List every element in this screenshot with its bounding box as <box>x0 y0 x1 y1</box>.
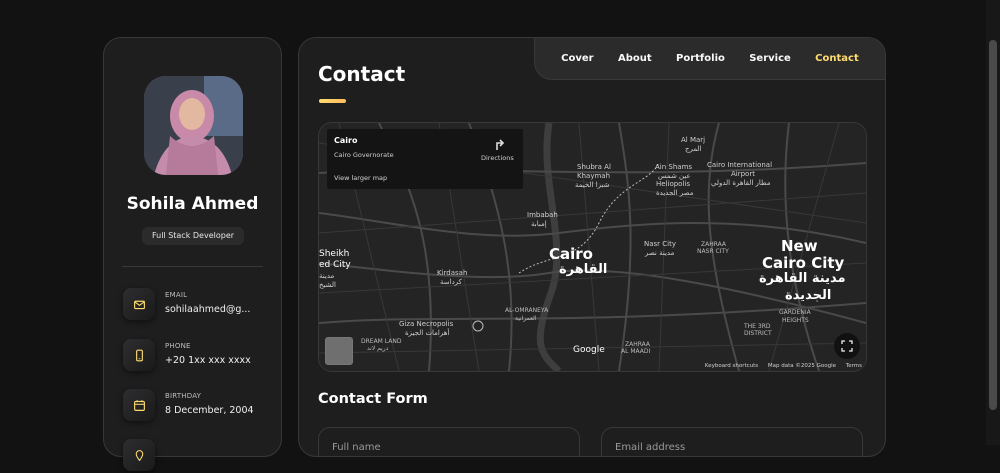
map-label-airport-2: Airport <box>731 170 755 178</box>
map-label-shubra: Shubra Al <box>577 163 611 171</box>
map-label-shubra-2: Khaymah <box>577 172 611 180</box>
map-type-thumbnail[interactable] <box>325 337 353 365</box>
nav-service[interactable]: Service <box>749 53 791 64</box>
navbar: Cover About Portfolio Service Contact <box>534 38 885 80</box>
contact-item-email: EMAIL sohilaahmed@g... <box>123 288 273 322</box>
map-label-cairo: Cairo <box>549 245 593 263</box>
map-label-new-cairo-ar-2: الجديدة <box>785 288 832 303</box>
map-label-kirdasah-ar: كرداسة <box>440 278 462 286</box>
fullname-input[interactable] <box>318 427 580 456</box>
map-label-giza-ar: أهرامات الجيزة <box>405 329 450 337</box>
google-logo: Google <box>573 345 605 355</box>
nav-cover[interactable]: Cover <box>561 53 593 64</box>
page-scrollbar[interactable] <box>986 0 1000 445</box>
form-title: Contact Form <box>318 391 428 407</box>
map-label-new-cairo-ar: مدينة القاهرة <box>759 271 846 286</box>
map-label-ain-shams: Ain Shams <box>655 163 693 171</box>
map-label-giza: Giza Necropolis <box>399 320 454 328</box>
map-data-attribution: Map data ©2025 Google <box>767 363 837 369</box>
map-label-airport-ar: مطار القاهرة الدولي <box>711 179 771 187</box>
directions-icon[interactable] <box>493 137 507 151</box>
keyboard-shortcuts-link[interactable]: Keyboard shortcuts <box>705 363 758 369</box>
role-badge: Full Stack Developer <box>142 227 244 245</box>
avatar <box>144 76 243 175</box>
map-label-ain-shams-ar: عين شمس <box>658 172 691 180</box>
map-label-airport: Cairo International <box>707 161 773 169</box>
map-label-new-cairo: New <box>781 237 818 255</box>
main-content: Cover About Portfolio Service Contact Co… <box>298 37 886 457</box>
directions-link[interactable]: Directions <box>481 154 514 162</box>
contact-label: BIRTHDAY <box>165 392 202 400</box>
map-label-heliopolis: Heliopolis <box>656 180 691 188</box>
map-label-zahraa-2: NASR CITY <box>697 248 729 255</box>
map-place-name: Cairo <box>334 136 358 145</box>
nav-portfolio[interactable]: Portfolio <box>676 53 725 64</box>
map-label-imbabah-ar: إمبابة <box>531 220 547 228</box>
map-label-omraneya-ar: العمرانية <box>515 315 537 322</box>
contact-label: PHONE <box>165 342 191 350</box>
map-label-heliopolis-ar: مصر الجديدة <box>656 189 694 197</box>
phone-icon <box>123 339 155 371</box>
email-link[interactable]: sohilaahmed@g... <box>165 304 250 315</box>
mail-icon <box>123 288 155 320</box>
phone-link[interactable]: +20 1xx xxx xxxx <box>165 355 251 366</box>
map-label-zahraa: ZAHRAA <box>701 241 727 248</box>
nav-contact[interactable]: Contact <box>815 53 859 64</box>
map-label-maadi-2: AL MAADI <box>621 348 651 355</box>
location-icon <box>123 439 155 471</box>
profile-name: Sohila Ahmed <box>126 194 259 214</box>
map-label-gardenia: GARDENIA <box>779 309 811 316</box>
map-label-nasr-city: Nasr City <box>644 240 676 248</box>
map-label-imbabah: Imbabah <box>527 211 558 219</box>
map-label-dream-land: DREAM LAND <box>361 338 402 345</box>
contact-item-phone: PHONE +20 1xx xxx xxxx <box>123 339 273 373</box>
map-label-shubra-ar: شبرا الخيمة <box>575 181 610 189</box>
map-label-new-cairo-2: Cairo City <box>762 254 845 272</box>
view-larger-map-link[interactable]: View larger map <box>334 174 387 182</box>
map-place-sub: Cairo Governorate <box>334 151 394 159</box>
map-label-dream-land-ar: دريم لاند <box>367 345 389 352</box>
map-label-cairo-ar: القاهرة <box>559 262 608 277</box>
scrollbar-thumb[interactable] <box>989 40 997 410</box>
email-input[interactable] <box>601 427 863 456</box>
contact-label: EMAIL <box>165 291 188 299</box>
map-label-kirdasah: Kirdasah <box>437 269 468 277</box>
map-label-sheikh-2: ed City <box>319 260 351 270</box>
avatar-photo <box>144 76 243 175</box>
map-embed[interactable]: Cairo Cairo Governorate View larger map … <box>318 122 867 372</box>
map-footer: Keyboard shortcuts Map data ©2025 Google… <box>697 363 862 369</box>
map-label-sheikh-ar-2: الشيخ <box>319 281 336 289</box>
contact-item-birthday: BIRTHDAY 8 December, 2004 <box>123 389 273 423</box>
map-info-card: Cairo Cairo Governorate View larger map … <box>327 129 523 189</box>
map-label-al-marj-ar: المرج <box>685 145 702 153</box>
nav-about[interactable]: About <box>618 53 652 64</box>
divider <box>122 266 263 267</box>
map-label-sheikh: Sheikh <box>319 249 350 259</box>
map-label-gardenia-2: HEIGHTS <box>782 317 809 324</box>
sidebar: Sohila Ahmed Full Stack Developer EMAIL … <box>103 37 282 471</box>
fullscreen-icon[interactable] <box>834 333 860 359</box>
map-label-al-marj: Al Marj <box>681 136 706 144</box>
map-label-maadi: ZAHRAA <box>625 341 651 348</box>
map-label-nasr-city-ar: مدينة نصر <box>645 249 675 257</box>
map-label-sheikh-ar: مدينة <box>319 272 335 280</box>
birthday-value: 8 December, 2004 <box>165 405 254 416</box>
calendar-icon <box>123 389 155 421</box>
title-underline <box>319 99 346 103</box>
contact-item-location <box>123 439 273 473</box>
page-title: Contact <box>318 62 406 86</box>
terms-link[interactable]: Terms <box>846 363 862 369</box>
map-label-third-district: THE 3RD <box>744 323 771 330</box>
map-label-omraneya: AL-OMRANEYA <box>505 307 549 314</box>
map-label-third-district-2: DISTRICT <box>744 330 772 337</box>
